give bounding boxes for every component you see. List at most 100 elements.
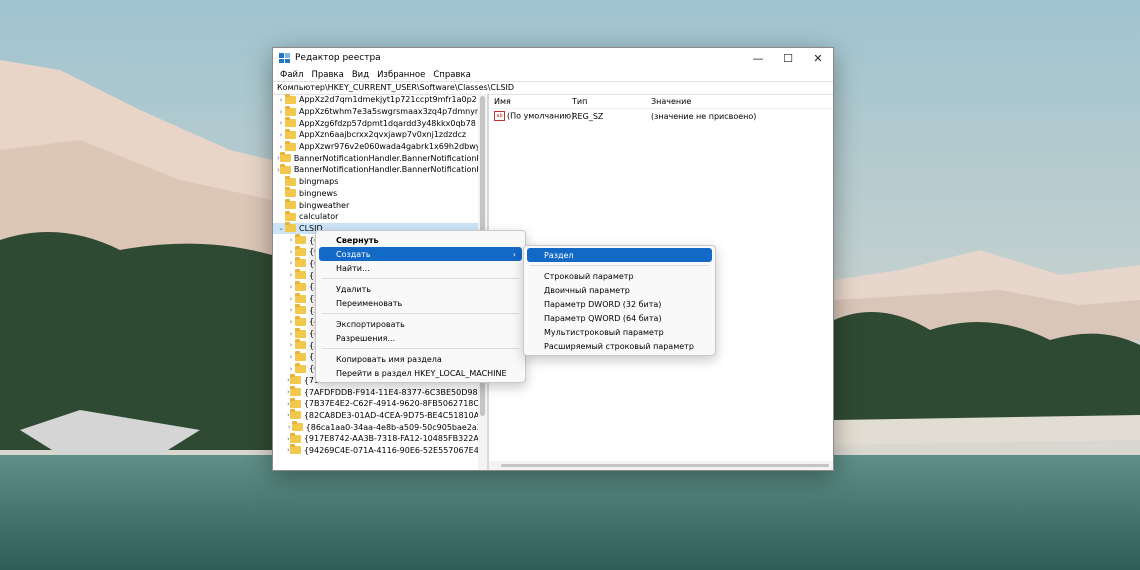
folder-icon	[285, 128, 296, 139]
tree-item[interactable]: bingmaps	[273, 175, 487, 188]
submenu-item[interactable]: Расширяемый строковый параметр	[527, 339, 712, 353]
folder-icon	[295, 234, 306, 245]
tree-item-label: {917E8742-AA3B-7318-FA12-10485FB322A2}	[303, 434, 489, 444]
chevron-right-icon[interactable]: ›	[277, 131, 285, 139]
chevron-right-icon[interactable]: ›	[277, 119, 285, 127]
tree-item[interactable]: calculator	[273, 210, 487, 223]
submenu-item[interactable]: Параметр DWORD (32 бита)	[527, 297, 712, 311]
tree-item[interactable]: › AppXz6twhm7e3a5swgrsmaax3zq4p7dmnynb	[273, 105, 487, 118]
minimize-button[interactable]: —	[743, 48, 773, 68]
values-scrollbar[interactable]	[489, 461, 833, 470]
close-button[interactable]: ✕	[803, 48, 833, 68]
folder-icon	[295, 257, 306, 268]
title-bar[interactable]: Редактор реестра — ☐ ✕	[273, 48, 833, 68]
submenu-item[interactable]: Строковый параметр	[527, 269, 712, 283]
context-menu-item[interactable]: Разрешения...	[319, 331, 522, 345]
chevron-right-icon: ›	[512, 249, 516, 259]
chevron-right-icon[interactable]: ›	[287, 236, 295, 244]
submenu-item[interactable]: Раздел	[527, 248, 712, 262]
column-type[interactable]: Тип	[567, 97, 646, 106]
tree-item[interactable]: › AppXz2d7qm1dmekjyt1p721ccpt9mfr1a0p2	[273, 94, 487, 106]
context-menu-item[interactable]: Копировать имя раздела	[319, 352, 522, 366]
tree-item[interactable]: › {86ca1aa0-34aa-4e8b-a509-50c905bae2a2}	[273, 421, 487, 433]
submenu-item-label: Строковый параметр	[544, 271, 634, 281]
tree-item[interactable]: › {7AFDFDDB-F914-11E4-8377-6C3BE50D980C}	[273, 386, 487, 398]
context-menu-item-label: Создать	[336, 249, 371, 259]
folder-icon	[285, 187, 296, 198]
chevron-right-icon[interactable]: ›	[277, 143, 285, 151]
folder-icon	[285, 117, 296, 128]
tree-item[interactable]: bingnews	[273, 187, 487, 200]
submenu-item[interactable]: Параметр QWORD (64 бита)	[527, 311, 712, 325]
chevron-right-icon[interactable]: ›	[287, 318, 295, 326]
chevron-right-icon[interactable]: ›	[287, 353, 295, 361]
chevron-right-icon[interactable]: ›	[287, 306, 295, 314]
menu-view[interactable]: Вид	[348, 70, 373, 80]
menu-help[interactable]: Справка	[429, 70, 474, 80]
folder-icon	[285, 140, 296, 151]
menu-edit[interactable]: Правка	[307, 70, 347, 80]
column-value[interactable]: Значение	[646, 97, 811, 106]
context-menu-item[interactable]: Перейти в раздел HKEY_LOCAL_MACHINE	[319, 366, 522, 380]
tree-item-label: bingmaps	[299, 177, 339, 187]
tree-item[interactable]: › {82CA8DE3-01AD-4CEA-9D75-BE4C51810A9E}	[273, 409, 487, 422]
tree-item[interactable]: › {7B37E4E2-C62F-4914-9620-8FB5062718CC}	[273, 397, 487, 410]
tree-item[interactable]: › AppXzwr976v2e060wada4gabrk1x69h2dbwy	[273, 140, 487, 153]
context-menu-item-label: Экспортировать	[336, 319, 405, 329]
folder-icon	[295, 304, 306, 315]
context-menu-item-label: Найти...	[336, 263, 370, 273]
tree-item[interactable]: › AppXzn6aajbcrxx2qvxjawp7v0xnj1zdzdcz	[273, 128, 487, 141]
address-bar[interactable]: Компьютер\HKEY_CURRENT_USER\Software\Cla…	[273, 81, 833, 95]
values-header: Имя Тип Значение	[489, 94, 833, 109]
folder-icon	[285, 199, 296, 210]
tree-item[interactable]: › AppXzg6fdzp57dpmt1dqardd3y48kkx0qb78	[273, 117, 487, 129]
tree-item-label: BannerNotificationHandler.BannerNotifica…	[293, 165, 488, 175]
submenu-item[interactable]: Двоичный параметр	[527, 283, 712, 297]
tree-item-label: {86ca1aa0-34aa-4e8b-a509-50c905bae2a2}	[305, 422, 487, 432]
tree-item-label: bingweather	[299, 200, 350, 210]
context-menu-item[interactable]: Удалить	[319, 282, 522, 296]
menu-file[interactable]: Файл	[276, 70, 307, 80]
folder-icon	[289, 432, 301, 443]
chevron-down-icon[interactable]: ⌄	[277, 224, 285, 232]
folder-icon	[295, 350, 306, 361]
chevron-right-icon[interactable]: ›	[287, 330, 295, 338]
column-name[interactable]: Имя	[489, 97, 567, 106]
chevron-right-icon[interactable]: ›	[287, 341, 295, 349]
context-menu-item[interactable]: Переименовать	[319, 296, 522, 310]
chevron-right-icon[interactable]: ›	[287, 295, 295, 303]
maximize-button[interactable]: ☐	[773, 48, 803, 68]
chevron-right-icon[interactable]: ›	[277, 96, 285, 104]
string-value-icon: ab	[494, 111, 505, 121]
menu-separator	[322, 348, 519, 349]
chevron-right-icon[interactable]: ›	[287, 283, 295, 291]
tree-item[interactable]: › BannerNotificationHandler.BannerNotific…	[273, 163, 488, 176]
tree-item[interactable]: bingweather	[273, 199, 487, 211]
chevron-right-icon[interactable]: ›	[287, 259, 295, 267]
folder-icon	[295, 362, 306, 373]
value-row[interactable]: ab (По умолчанию) REG_SZ (значение не при…	[489, 109, 833, 123]
context-menu-item[interactable]: Найти...	[319, 261, 522, 275]
menu-separator	[530, 265, 709, 266]
context-menu-item-label: Свернуть	[336, 235, 379, 245]
context-menu-item[interactable]: Создать ›	[319, 247, 522, 261]
chevron-right-icon[interactable]: ›	[287, 365, 295, 373]
chevron-right-icon[interactable]: ›	[287, 271, 295, 279]
context-menu-item[interactable]: Свернуть	[319, 233, 522, 247]
chevron-right-icon[interactable]: ›	[287, 423, 292, 431]
tree-item-label: {94269C4E-071A-4116-90E6-52E557067E4E}	[303, 445, 489, 455]
tree-item[interactable]: › {917E8742-AA3B-7318-FA12-10485FB322A2}	[273, 432, 489, 445]
submenu-item[interactable]: Мультистроковый параметр	[527, 325, 712, 339]
chevron-right-icon[interactable]: ›	[277, 108, 285, 116]
window-title: Редактор реестра	[295, 53, 381, 63]
tree-item[interactable]: › {94269C4E-071A-4116-90E6-52E557067E4E}	[273, 444, 489, 457]
folder-icon	[295, 280, 306, 291]
submenu-item-label: Раздел	[544, 250, 574, 260]
menu-favorites[interactable]: Избранное	[373, 70, 429, 80]
context-menu-item[interactable]: Экспортировать	[319, 317, 522, 331]
tree-item[interactable]: › BannerNotificationHandler.BannerNotific…	[273, 152, 487, 164]
folder-icon	[289, 374, 301, 385]
chevron-right-icon[interactable]: ›	[287, 248, 295, 256]
tree-item-label: bingnews	[299, 188, 338, 198]
value-data: (значение не присвоено)	[651, 111, 757, 121]
